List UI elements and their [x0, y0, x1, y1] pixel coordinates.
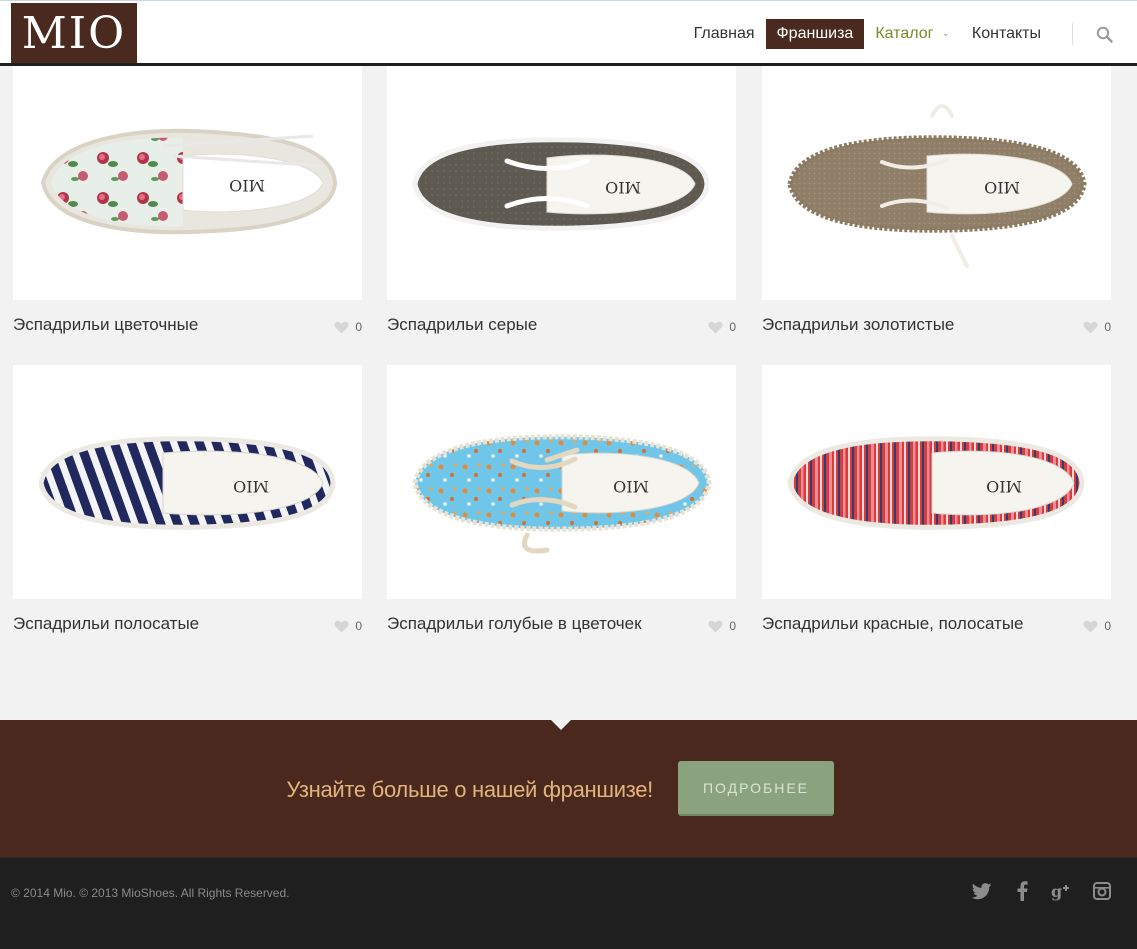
like-count: 0	[1104, 619, 1111, 633]
heart-icon[interactable]	[334, 321, 349, 334]
social-links: g	[971, 880, 1113, 902]
product-image[interactable]: MIO	[762, 66, 1111, 300]
nav-item-catalog-label: Каталог	[875, 25, 934, 42]
like-counter[interactable]: 0	[1083, 619, 1111, 633]
product-title[interactable]: Эспадрильи голубые в цветочек	[387, 613, 667, 635]
like-counter[interactable]: 0	[708, 619, 736, 633]
instagram-icon[interactable]	[1091, 880, 1113, 902]
more-button[interactable]: ПОДРОБНЕЕ	[678, 761, 834, 816]
site-header: MIO Главная Франшиза Каталог ⌄ Контакты	[0, 0, 1137, 66]
shoe-brand-print: MIO	[986, 477, 1022, 496]
shoe-brand-print: MIO	[613, 477, 649, 496]
nav-item-franchise[interactable]: Франшиза	[765, 19, 865, 49]
like-count: 0	[355, 320, 362, 334]
google-plus-icon[interactable]: g	[1051, 880, 1073, 902]
product-title[interactable]: Эспадрильи золотистые	[762, 314, 1042, 336]
svg-text:g: g	[1051, 882, 1062, 901]
nav-item-catalog[interactable]: Каталог ⌄	[864, 19, 961, 49]
product-title[interactable]: Эспадрильи полосатые	[13, 613, 293, 635]
heart-icon[interactable]	[708, 321, 723, 334]
like-count: 0	[729, 619, 736, 633]
heart-icon[interactable]	[1083, 321, 1098, 334]
site-logo[interactable]: MIO	[11, 3, 137, 63]
product-image[interactable]: MIO	[387, 66, 736, 300]
nav-item-contacts[interactable]: Контакты	[961, 19, 1052, 49]
franchise-callout-text: Узнайте больше о нашей франшизе!	[286, 777, 653, 802]
like-counter[interactable]: 0	[708, 320, 736, 334]
product-image[interactable]: MIO	[387, 365, 736, 599]
heart-icon[interactable]	[1083, 620, 1098, 633]
shoe-brand-print: MIO	[233, 477, 269, 496]
main-nav: Главная Франшиза Каталог ⌄ Контакты	[683, 18, 1137, 50]
facebook-icon[interactable]	[1011, 880, 1033, 902]
like-counter[interactable]: 0	[334, 619, 362, 633]
chevron-down-icon: ⌄	[941, 28, 950, 39]
nav-divider	[1072, 23, 1073, 45]
heart-icon[interactable]	[708, 620, 723, 633]
product-image[interactable]: MIO	[13, 365, 362, 599]
product-title[interactable]: Эспадрильи цветочные	[13, 314, 293, 336]
like-count: 0	[729, 320, 736, 334]
heart-icon[interactable]	[334, 620, 349, 633]
product-title[interactable]: Эспадрильи красные, полосатые	[762, 613, 1042, 635]
nav-item-home[interactable]: Главная	[683, 19, 766, 49]
product-image[interactable]: MIO	[13, 66, 362, 300]
section-notch	[551, 720, 571, 730]
like-count: 0	[355, 619, 362, 633]
product-title[interactable]: Эспадрильи серые	[387, 314, 667, 336]
like-count: 0	[1104, 320, 1111, 334]
logo-text: MIO	[21, 7, 127, 59]
like-counter[interactable]: 0	[334, 320, 362, 334]
copyright-text: © 2014 Mio. © 2013 MioShoes. All Rights …	[11, 886, 290, 900]
franchise-callout: Узнайте больше о нашей франшизе! ПОДРОБН…	[0, 720, 1137, 857]
twitter-icon[interactable]	[971, 880, 993, 902]
search-icon[interactable]	[1091, 21, 1117, 47]
shoe-brand-print: MIO	[229, 176, 265, 195]
shoe-brand-print: MIO	[605, 178, 641, 197]
shoe-brand-print: MIO	[984, 178, 1020, 197]
product-image[interactable]: MIO	[762, 365, 1111, 599]
like-counter[interactable]: 0	[1083, 320, 1111, 334]
site-footer: © 2014 Mio. © 2013 MioShoes. All Rights …	[0, 857, 1137, 949]
